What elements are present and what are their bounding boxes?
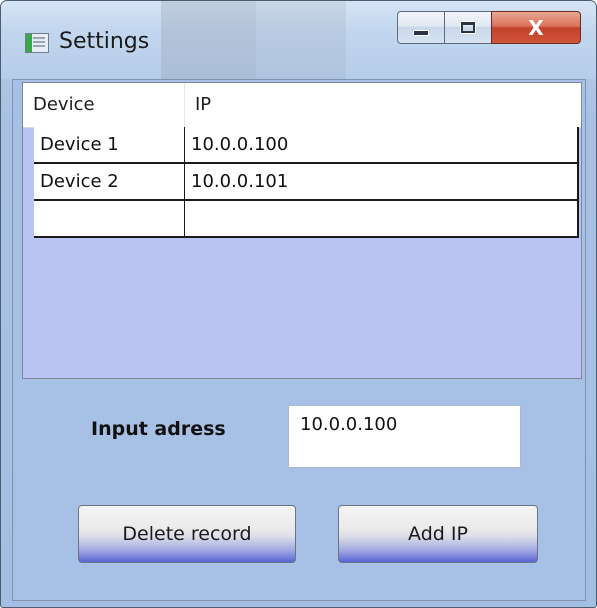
table-row[interactable]: Device 2 10.0.0.101 [34,164,579,201]
add-ip-button[interactable]: Add IP [338,505,538,563]
minimize-button[interactable] [397,11,445,44]
new-item-row[interactable] [34,201,579,238]
table-row[interactable]: Device 1 10.0.0.100 [34,127,579,164]
ip-address-input[interactable]: 10.0.0.100 [288,405,521,468]
ip-cell[interactable] [185,201,579,238]
maximize-icon [460,21,476,34]
title-bar-reflection [256,1,346,79]
caption-buttons: X [397,11,581,45]
close-icon: X [528,15,544,40]
column-header-device[interactable]: Device [23,83,185,127]
title-bar[interactable]: Settings X [1,1,596,79]
column-header-ip[interactable]: IP [185,83,581,127]
settings-window: Settings X Device IP Device 1 10.0.0.100… [0,0,597,608]
device-ip-grid[interactable]: Device IP Device 1 10.0.0.100 Device 2 1… [22,82,582,379]
grid-header: Device IP [23,83,581,128]
input-address-label: Input adress [91,418,226,440]
maximize-button[interactable] [444,11,492,44]
device-cell[interactable]: Device 1 [34,127,185,164]
delete-record-button[interactable]: Delete record [78,505,296,563]
device-cell[interactable] [34,201,185,238]
ip-cell[interactable]: 10.0.0.101 [185,164,579,201]
close-button[interactable]: X [491,11,581,44]
window-title: Settings [59,29,150,54]
app-icon [25,33,49,53]
minimize-icon [413,29,429,36]
title-bar-reflection [161,1,256,79]
device-cell[interactable]: Device 2 [34,164,185,201]
ip-cell[interactable]: 10.0.0.100 [185,127,579,164]
